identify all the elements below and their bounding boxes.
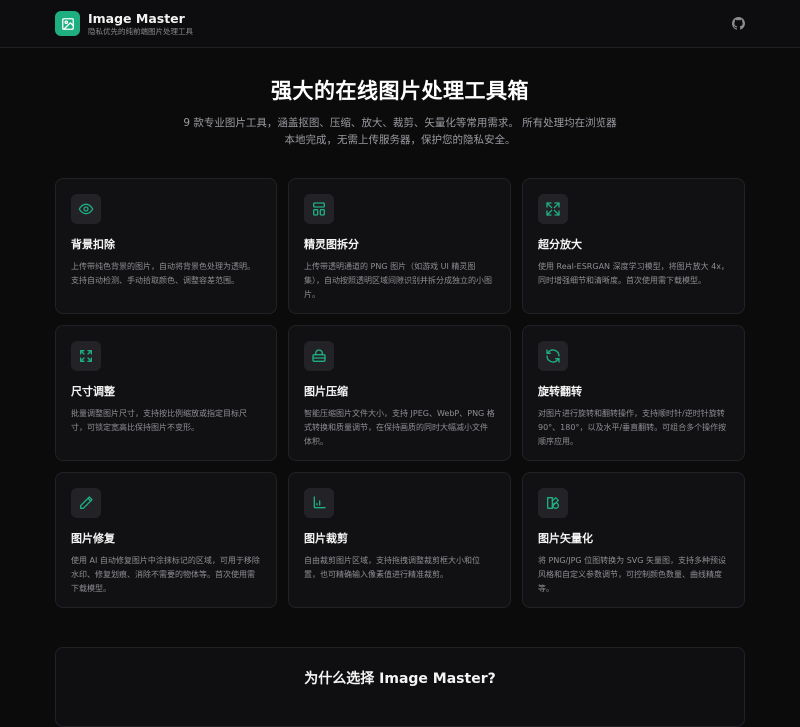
tool-description: 上传带纯色背景的图片，自动将背景色处理为透明。支持自动检测、手动拾取颜色、调整容…: [71, 262, 255, 285]
tool-card-rotate-flip[interactable]: 旋转翻转 对图片进行旋转和翻转操作，支持顺时针/逆时针旋转 90°、180°，以…: [522, 325, 745, 461]
tool-title: 图片矢量化: [538, 532, 593, 545]
app-tagline: 隐私优先的纯前端图片处理工具: [88, 26, 193, 36]
shapes-icon: [538, 488, 568, 518]
hero-section: 强大的在线图片处理工具箱 9 款专业图片工具，涵盖抠图、压缩、放大、裁剪、矢量化…: [0, 48, 800, 149]
tool-card-vectorize[interactable]: 图片矢量化 将 PNG/JPG 位图转换为 SVG 矢量图，支持多种预设风格和自…: [522, 472, 745, 608]
tool-card-sprite-split[interactable]: 精灵图拆分 上传带透明通道的 PNG 图片（如游戏 UI 精灵图集），自动按照透…: [288, 178, 511, 314]
tool-card-inpaint[interactable]: 图片修复 使用 AI 自动修复图片中涂抹标记的区域，可用于移除水印、修复划痕、消…: [55, 472, 277, 608]
tool-title: 图片裁剪: [304, 532, 348, 545]
resize-icon: [71, 341, 101, 371]
tool-card-compress[interactable]: 图片压缩 智能压缩图片文件大小，支持 JPEG、WebP、PNG 格式转换和质量…: [288, 325, 511, 461]
tool-card-crop[interactable]: 图片裁剪 自由裁剪图片区域，支持拖拽调整裁剪框大小和位置，也可精确输入像素值进行…: [288, 472, 511, 608]
crop-icon: [304, 488, 334, 518]
github-icon[interactable]: [731, 17, 745, 31]
top-bar: Image Master 隐私优先的纯前端图片处理工具: [0, 0, 800, 48]
brand[interactable]: Image Master 隐私优先的纯前端图片处理工具: [88, 11, 193, 37]
logo-icon[interactable]: [55, 11, 80, 36]
rotate-icon: [538, 341, 568, 371]
archive-icon: [304, 341, 334, 371]
tool-title: 精灵图拆分: [304, 238, 359, 251]
eye-icon: [71, 194, 101, 224]
why-section: 为什么选择 Image Master?: [55, 647, 745, 727]
tool-title: 图片压缩: [304, 385, 348, 398]
expand-icon: [538, 194, 568, 224]
tool-title: 背景扣除: [71, 238, 115, 251]
app-name[interactable]: Image Master: [88, 11, 193, 26]
tools-grid: 背景扣除 上传带纯色背景的图片，自动将背景色处理为透明。支持自动检测、手动拾取颜…: [55, 178, 745, 608]
tool-card-background-removal[interactable]: 背景扣除 上传带纯色背景的图片，自动将背景色处理为透明。支持自动检测、手动拾取颜…: [55, 178, 277, 314]
tool-description: 自由裁剪图片区域，支持拖拽调整裁剪框大小和位置，也可精确输入像素值进行精准裁剪。: [304, 556, 480, 579]
tool-description: 使用 AI 自动修复图片中涂抹标记的区域，可用于移除水印、修复划痕、消除不需要的…: [71, 556, 260, 593]
hero-description: 9 款专业图片工具，涵盖抠图、压缩、放大、裁剪、矢量化等常用需求。 所有处理均在…: [183, 117, 617, 146]
tool-title: 尺寸调整: [71, 385, 115, 398]
tool-description: 智能压缩图片文件大小，支持 JPEG、WebP、PNG 格式转换和质量调节，在保…: [304, 409, 495, 446]
tool-description: 将 PNG/JPG 位图转换为 SVG 矢量图，支持多种预设风格和自定义参数调节…: [538, 556, 727, 593]
tool-description: 使用 Real-ESRGAN 深度学习模型，将图片放大 4x，同时增强细节和清晰…: [538, 262, 729, 285]
tool-card-upscale[interactable]: 超分放大 使用 Real-ESRGAN 深度学习模型，将图片放大 4x，同时增强…: [522, 178, 745, 314]
hero-title: 强大的在线图片处理工具箱: [271, 79, 529, 103]
tool-description: 上传带透明通道的 PNG 图片（如游戏 UI 精灵图集），自动按照透明区域间隙识…: [304, 262, 492, 299]
tool-title: 旋转翻转: [538, 385, 582, 398]
tool-description: 批量调整图片尺寸，支持按比例缩放或指定目标尺寸，可锁定宽高比保持图片不变形。: [71, 409, 247, 432]
tool-card-resize[interactable]: 尺寸调整 批量调整图片尺寸，支持按比例缩放或指定目标尺寸，可锁定宽高比保持图片不…: [55, 325, 277, 461]
tool-description: 对图片进行旋转和翻转操作，支持顺时针/逆时针旋转 90°、180°，以及水平/垂…: [538, 409, 727, 446]
pencil-icon: [71, 488, 101, 518]
why-title: 为什么选择 Image Master?: [304, 671, 496, 687]
tool-title: 图片修复: [71, 532, 115, 545]
tool-title: 超分放大: [538, 238, 582, 251]
layout-icon: [304, 194, 334, 224]
